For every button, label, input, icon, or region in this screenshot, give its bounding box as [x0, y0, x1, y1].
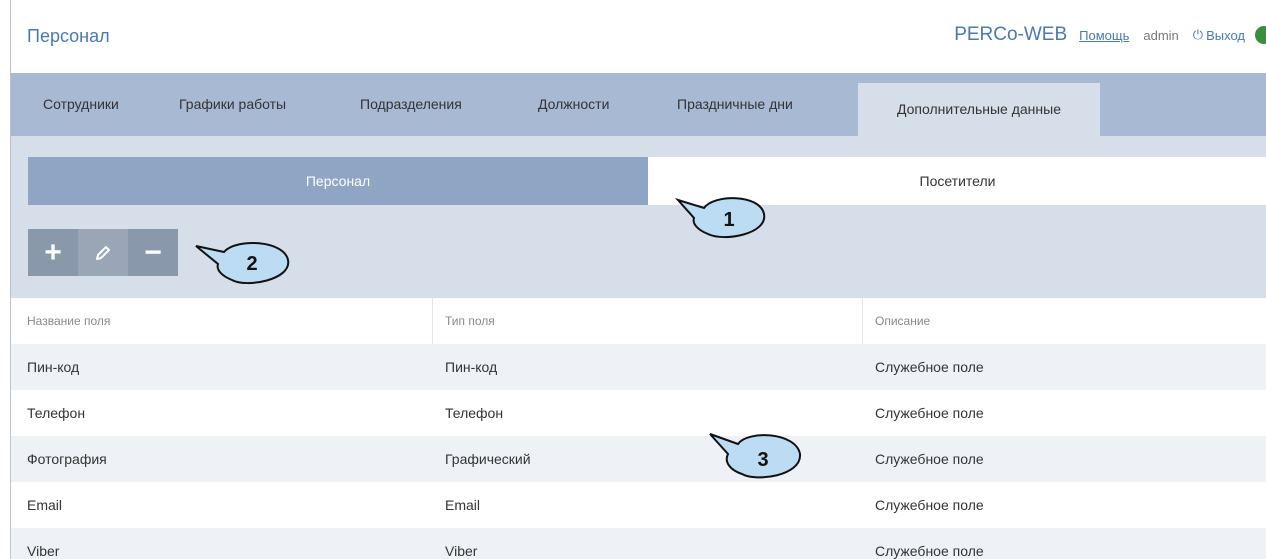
help-link[interactable]: Помощь — [1079, 28, 1129, 43]
cell-description: Служебное поле — [875, 543, 984, 559]
add-button[interactable]: + — [28, 229, 78, 276]
table-header: Название поля Тип поля Описание — [11, 298, 1266, 345]
column-header-field-name[interactable]: Название поля — [27, 298, 110, 344]
plus-icon: + — [44, 235, 62, 269]
pencil-icon — [96, 245, 110, 260]
callout-3-label: 3 — [757, 449, 768, 471]
callout-3: 3 — [709, 433, 802, 479]
brand-name: PERCo-WEB — [954, 24, 1068, 45]
cell-field-name: Email — [27, 497, 63, 513]
username: admin — [1143, 27, 1179, 43]
cell-field-type: Email — [445, 497, 481, 513]
main-tabs: Сотрудники Графики работы Подразделения … — [11, 73, 1266, 136]
cell-field-type: Телефон — [445, 405, 504, 421]
callout-1-label: 1 — [723, 209, 734, 231]
column-header-field-type[interactable]: Тип поля — [445, 298, 495, 344]
table-row[interactable]: Фотография Графический Служебное поле — [11, 436, 1266, 482]
cell-field-type: Графический — [445, 451, 531, 467]
logout-button[interactable]: ⏻ Выход — [1193, 27, 1245, 43]
remove-button[interactable]: − — [128, 229, 178, 276]
cell-description: Служебное поле — [875, 359, 984, 375]
cell-field-type: Viber — [445, 543, 478, 559]
tab-departments[interactable]: Подразделения — [360, 73, 462, 136]
page-title: Персонал — [27, 26, 110, 46]
cell-field-name: Фотография — [27, 451, 107, 467]
cell-description: Служебное поле — [875, 405, 984, 421]
column-divider — [862, 298, 863, 344]
table-row[interactable]: Телефон Телефон Служебное поле — [11, 390, 1266, 436]
tab-additional-data[interactable]: Дополнительные данные — [858, 83, 1100, 136]
toolbar: + − — [28, 229, 178, 276]
edit-button[interactable] — [78, 229, 128, 276]
tab-holidays[interactable]: Праздничные дни — [677, 73, 793, 136]
logout-label: Выход — [1206, 27, 1245, 43]
subtab-personnel[interactable]: Персонал — [28, 157, 648, 205]
column-divider — [432, 298, 433, 344]
tab-work-schedules[interactable]: Графики работы — [179, 73, 286, 136]
tab-employees[interactable]: Сотрудники — [43, 73, 119, 136]
table-row[interactable]: Пин-код Пин-код Служебное поле — [11, 344, 1266, 390]
power-icon: ⏻ — [1192, 27, 1204, 42]
callout-1: 1 — [674, 197, 766, 238]
top-right-controls: PERCo-WEB Помощь admin ⏻ Выход — [954, 24, 1266, 46]
callout-2: 2 — [195, 242, 290, 284]
cell-description: Служебное поле — [875, 497, 984, 513]
top-bar: Персонал PERCo-WEB Помощь admin ⏻ Выход — [11, 0, 1266, 73]
table-row[interactable]: Viber Viber Служебное поле — [11, 528, 1266, 559]
column-header-description[interactable]: Описание — [875, 298, 930, 344]
table-row[interactable]: Email Email Служебное поле — [11, 482, 1266, 528]
cell-field-type: Пин-код — [445, 359, 498, 375]
fields-table: Название поля Тип поля Описание Пин-код … — [11, 298, 1266, 559]
callout-2-label: 2 — [246, 253, 257, 275]
cell-field-name: Телефон — [27, 405, 86, 421]
minus-icon: − — [144, 235, 162, 269]
cell-field-name: Viber — [27, 543, 60, 559]
tab-positions[interactable]: Должности — [538, 73, 609, 136]
cell-field-name: Пин-код — [27, 359, 80, 375]
status-indicator — [1255, 26, 1266, 44]
cell-description: Служебное поле — [875, 451, 984, 467]
